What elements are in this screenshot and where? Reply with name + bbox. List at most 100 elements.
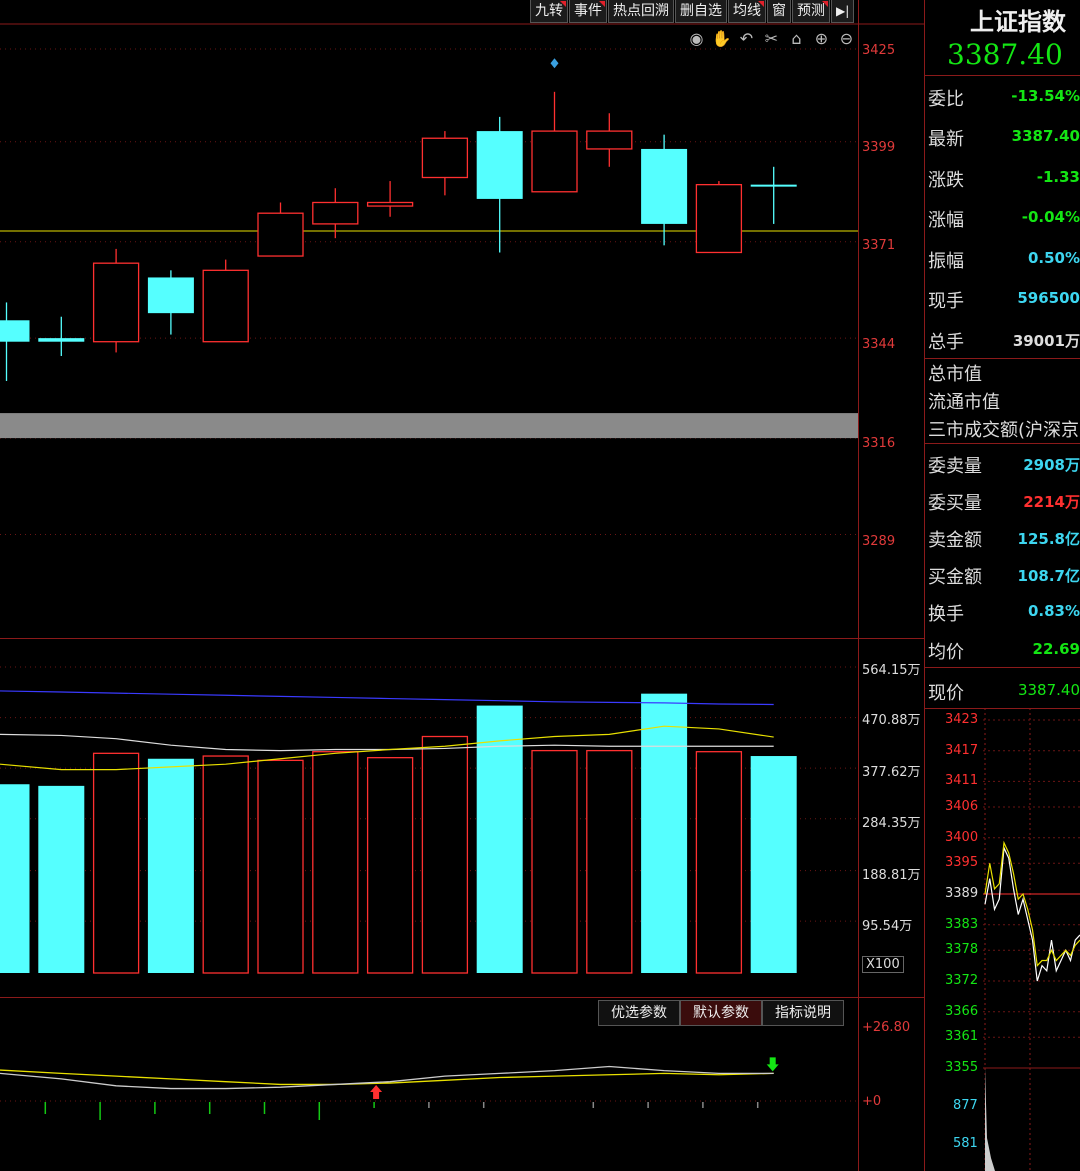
mini-axis-tick: 3417 <box>945 742 979 758</box>
volume-axis-tick: 95.54万 <box>862 919 913 934</box>
mini-axis-tick: 3400 <box>945 829 979 845</box>
quote-key: 均价 <box>928 642 964 663</box>
mini-axis-tick: 3355 <box>945 1060 979 1075</box>
gray-band <box>0 413 858 439</box>
tab-default-params[interactable]: 默认参数 <box>680 1000 762 1026</box>
quote-value: -0.04% <box>1021 208 1080 226</box>
mini-axis-tick: 3411 <box>945 773 979 789</box>
mini-axis-tick: 3372 <box>945 973 979 988</box>
quote-row-committee-ratio: 委比 -13.54% <box>928 80 1080 112</box>
quote-key: 现价 <box>928 683 964 704</box>
candle-body <box>312 201 359 225</box>
volume-bar <box>586 749 633 974</box>
quote-key: 委卖量 <box>928 456 982 477</box>
volume-axis-tick: 564.15万 <box>862 663 921 678</box>
quote-row-buy-orders: 委买量 2214万 <box>928 484 1080 516</box>
quote-value: 39001万 <box>1012 332 1080 350</box>
volume-axis-tick: 284.35万 <box>862 816 921 831</box>
quote-value: 0.83% <box>1027 602 1080 620</box>
price-axis-tick: 3316 <box>862 436 896 451</box>
quote-key: 委买量 <box>928 493 982 514</box>
quote-key: 现手 <box>928 291 964 312</box>
volume-bar <box>366 757 414 974</box>
volume-bar <box>312 751 359 974</box>
quote-row-total-lots: 总手 39001万 <box>928 323 1080 355</box>
price-axis-tick: 3289 <box>862 534 896 549</box>
price-axis-tick: 3344 <box>862 337 896 352</box>
quote-row-sell-orders: 委卖量 2908万 <box>928 447 1080 479</box>
quote-value: 596500 <box>1017 289 1080 307</box>
candle-body <box>366 201 414 207</box>
quote-row-current-price: 现价 3387.40 <box>928 674 1080 706</box>
volume-axis-tick: 188.81万 <box>862 868 921 883</box>
quote-value: 108.7亿 <box>1017 567 1080 585</box>
quote-value: 125.8亿 <box>1017 530 1080 548</box>
volume-axis-tick: 470.88万 <box>862 713 921 728</box>
indicator-axis-tick: +0 <box>862 1094 882 1109</box>
quote-key: 三市成交额(沪深京 <box>928 420 1080 440</box>
volume-bar <box>695 751 743 974</box>
quote-key: 总市值 <box>928 364 982 385</box>
volume-axis-tick: 377.62万 <box>862 765 921 780</box>
candle-body <box>257 212 304 257</box>
mini-axis-tick: 3423 <box>945 712 979 727</box>
quote-row-buy-amount: 买金额 108.7亿 <box>928 558 1080 590</box>
price-axis-tick: 3425 <box>862 43 896 58</box>
candle-body <box>38 338 85 342</box>
quote-row-avg-price: 均价 22.69 <box>928 633 1080 665</box>
indicator-axis-tick: +26.80 <box>862 1020 911 1035</box>
quote-key: 最新 <box>928 129 964 150</box>
mini-axis-tick: 3361 <box>945 1029 979 1045</box>
tab-indicator-help[interactable]: 指标说明 <box>762 1000 844 1026</box>
candle-body <box>531 130 578 193</box>
mini-axis-tick: 3406 <box>945 799 979 814</box>
volume-bar <box>750 756 797 973</box>
kline-chart-area[interactable] <box>0 0 925 1171</box>
mini-axis-tick: 3395 <box>945 855 979 871</box>
quote-row-amplitude: 振幅 0.50% <box>928 242 1080 274</box>
volume-bar <box>0 784 30 973</box>
mini-volume-bars <box>985 1068 995 1171</box>
volume-unit-label: X100 <box>862 956 904 973</box>
volume-bar <box>257 759 304 974</box>
quote-key: 流通市值 <box>928 392 1000 413</box>
quote-row-change: 涨跌 -1.33 <box>928 161 1080 193</box>
buy-arrow-icon <box>370 1085 383 1100</box>
price-axis-tick: 3399 <box>862 140 896 155</box>
candle-body <box>202 269 249 343</box>
tab-optimal-params[interactable]: 优选参数 <box>598 1000 680 1026</box>
volume-bar <box>421 735 469 974</box>
mini-volume-tick: 877 <box>953 1098 978 1113</box>
quote-row-current-lots: 现手 596500 <box>928 282 1080 314</box>
mini-price-line <box>984 840 1080 967</box>
quote-row-latest: 最新 3387.40 <box>928 120 1080 152</box>
quote-row-sell-amount: 卖金额 125.8亿 <box>928 521 1080 553</box>
mini-volume-tick: 581 <box>953 1136 978 1151</box>
quote-value: 3387.40 <box>1017 681 1080 699</box>
quote-value: 0.50% <box>1027 249 1080 267</box>
candle-body <box>695 183 743 254</box>
quote-key: 涨幅 <box>928 210 964 231</box>
sell-arrow-icon <box>766 1057 779 1072</box>
volume-bar <box>147 758 194 973</box>
quote-row-total-market-cap: 总市值 <box>928 358 1080 385</box>
price-axis-tick: 3371 <box>862 238 896 253</box>
quote-key: 振幅 <box>928 251 964 272</box>
quote-row-float-market-cap: 流通市值 <box>928 386 1080 413</box>
quote-key: 总手 <box>928 332 964 353</box>
quote-key: 换手 <box>928 604 964 625</box>
volume-bar <box>531 749 578 974</box>
quote-key: 委比 <box>928 89 964 110</box>
candle-body <box>586 130 633 150</box>
quote-key: 买金额 <box>928 567 982 588</box>
quote-row-turnover: 换手 0.83% <box>928 595 1080 627</box>
volume-bar <box>202 755 249 974</box>
quote-value: -1.33 <box>1036 168 1080 186</box>
quote-value: 22.69 <box>1032 640 1080 658</box>
mini-axis-tick: 3389 <box>945 886 979 901</box>
quote-value: 3387.40 <box>1011 127 1080 145</box>
candle-body <box>147 277 194 314</box>
volume-bar <box>641 693 688 973</box>
indicator-line <box>0 1065 774 1090</box>
quote-row-three-market-turnover: 三市成交额(沪深京 <box>928 414 1080 440</box>
